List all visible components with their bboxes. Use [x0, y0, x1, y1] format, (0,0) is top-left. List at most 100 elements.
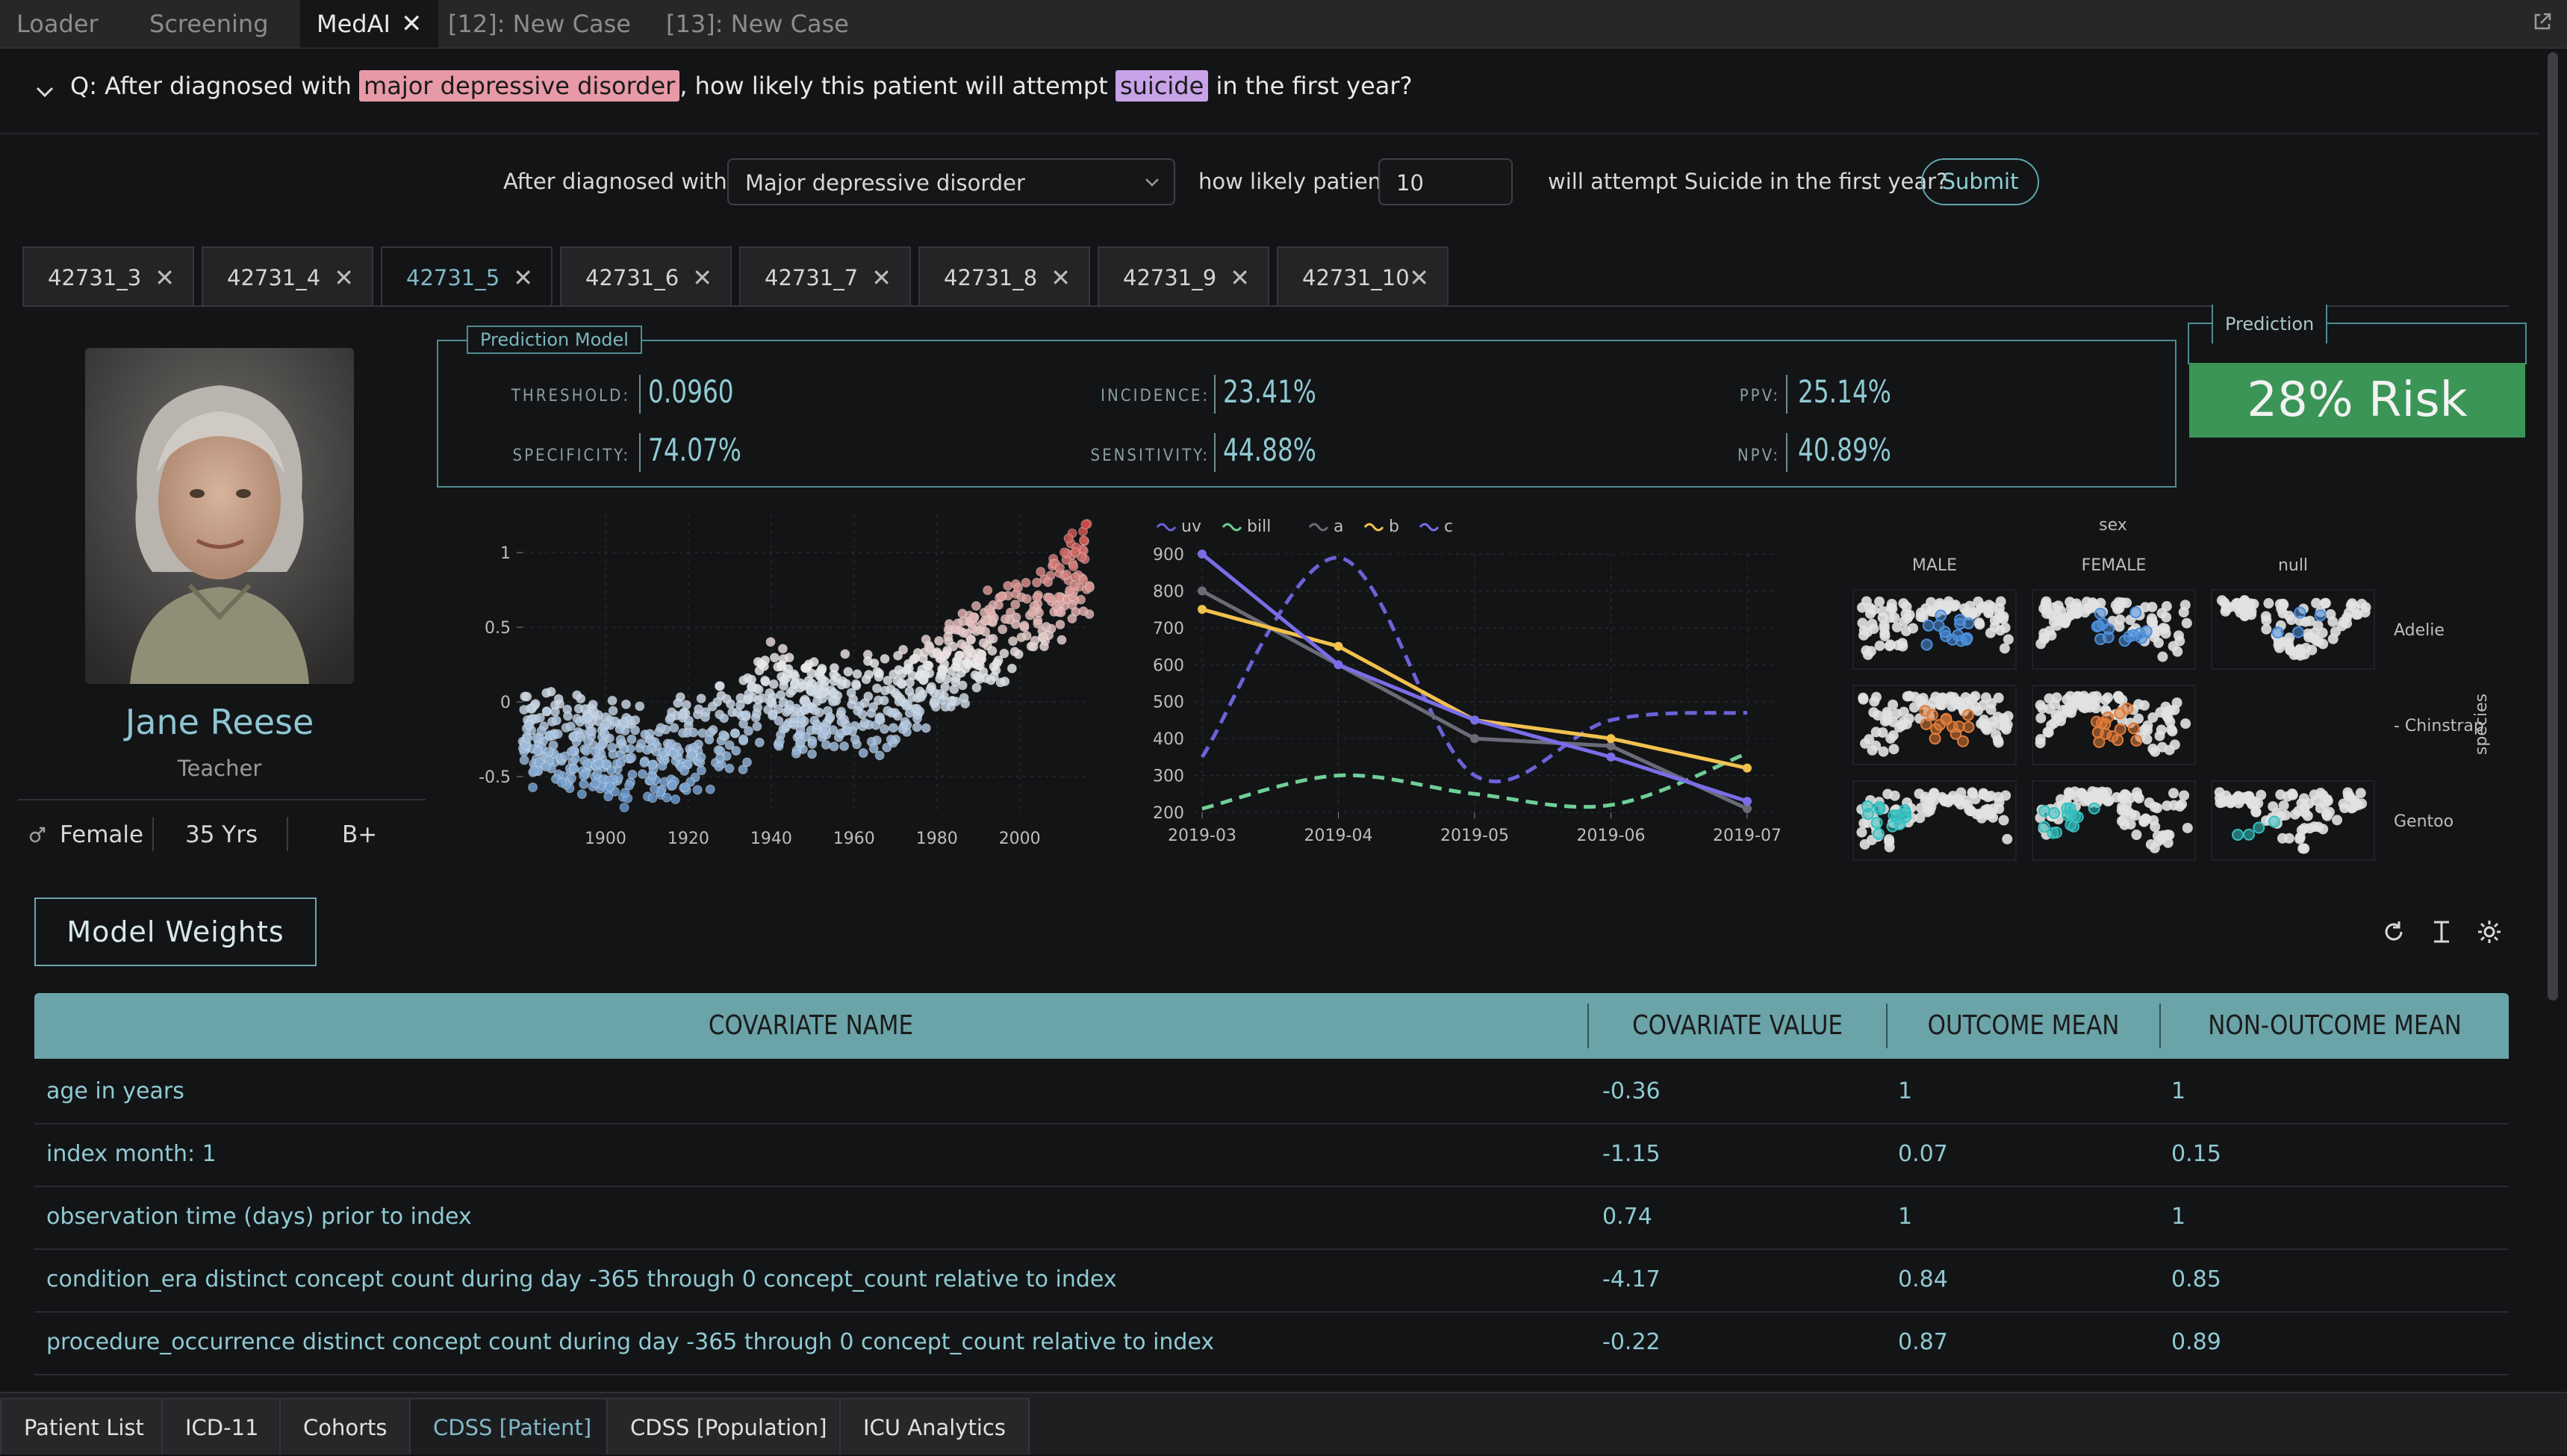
tab-icd-11[interactable]: ICD-11	[161, 1398, 283, 1455]
background-point	[2344, 791, 2355, 802]
text-height-icon[interactable]	[2428, 918, 2455, 945]
background-point	[2327, 633, 2339, 644]
background-point	[1998, 815, 2009, 826]
y-tick-label: 500	[1153, 694, 1184, 712]
data-point	[697, 728, 708, 738]
tab-icu-analytics[interactable]: ICU Analytics	[839, 1398, 1030, 1455]
column-header-covariate-value[interactable]: COVARIATE VALUE	[1610, 993, 1865, 1059]
case-tab[interactable]: 42731_9 ✕	[1098, 246, 1269, 306]
background-point	[1885, 639, 1896, 650]
data-point	[587, 726, 597, 736]
close-icon[interactable]: ✕	[513, 248, 533, 308]
data-point	[883, 706, 893, 716]
data-point	[825, 712, 836, 723]
settings-gear-icon[interactable]	[2476, 918, 2503, 945]
case-tab[interactable]: 42731_4 ✕	[202, 246, 373, 306]
legend-label: a	[1334, 517, 1343, 536]
tab-cdss-population[interactable]: CDSS [Population]	[606, 1398, 851, 1455]
scatter-chart: 1900 1920 1940 1960 1980 2000 1 0.5 0 -0.5	[479, 515, 1095, 848]
data-point	[925, 684, 936, 694]
data-point	[738, 734, 749, 744]
case-tab[interactable]: 42731_8 ✕	[918, 246, 1090, 306]
data-point	[840, 649, 850, 659]
data-point	[668, 780, 678, 791]
case-tab[interactable]: 42731_3 ✕	[22, 246, 194, 306]
diagnosis-select[interactable]: Major depressive disorder	[727, 158, 1175, 205]
column-header-outcome-mean[interactable]: OUTCOME MEAN	[1906, 993, 2140, 1059]
background-point	[2132, 791, 2144, 802]
column-header-non-outcome-mean[interactable]: NON-OUTCOME MEAN	[2185, 993, 2485, 1059]
table-row[interactable]: procedure_occurrence distinct concept co…	[34, 1311, 2509, 1375]
background-point	[2294, 644, 2306, 655]
close-icon[interactable]: ✕	[871, 248, 892, 308]
table-row[interactable]: age in years -0.36 1 1	[34, 1060, 2509, 1124]
data-point	[800, 705, 811, 715]
model-weights-button[interactable]: Model Weights	[34, 897, 317, 966]
background-point	[1999, 643, 2010, 654]
tab-new-case-12[interactable]: [12]: New Case	[432, 0, 647, 48]
data-point	[635, 701, 645, 712]
external-link-icon[interactable]	[2531, 10, 2554, 33]
scrollbar[interactable]	[2548, 52, 2558, 1001]
background-point	[1898, 706, 1909, 718]
data-point	[868, 744, 879, 754]
data-point	[572, 690, 582, 700]
y-tick-label: 900	[1153, 546, 1184, 564]
refresh-icon[interactable]	[2380, 918, 2407, 945]
tab-loader[interactable]: Loader	[0, 0, 115, 48]
data-point	[2268, 815, 2280, 828]
case-tab-label: 42731_10	[1302, 265, 1410, 290]
background-point	[2174, 800, 2185, 812]
data-point	[962, 629, 972, 639]
submit-button[interactable]: Submit	[1921, 158, 2039, 205]
patient-count-input[interactable]: 10	[1378, 158, 1513, 205]
data-point	[964, 644, 974, 654]
close-icon[interactable]: ✕	[1230, 248, 1250, 308]
data-point	[984, 604, 995, 615]
data-point	[1070, 572, 1080, 582]
data-point	[760, 675, 771, 685]
close-icon[interactable]: ✕	[155, 248, 175, 308]
table-row[interactable]: index month: 1 -1.15 0.07 0.15	[34, 1123, 2509, 1187]
tab-patient-list[interactable]: Patient List	[0, 1398, 168, 1455]
close-icon[interactable]: ✕	[692, 248, 712, 308]
data-point	[871, 683, 882, 694]
data-point	[903, 663, 914, 673]
table-row[interactable]: condition_era distinct concept count dur…	[34, 1248, 2509, 1313]
background-point	[1908, 702, 1920, 713]
tab-cohorts[interactable]: Cohorts	[279, 1398, 411, 1455]
facet-panel	[2032, 589, 2196, 670]
tab-label: [12]: New Case	[448, 10, 631, 38]
close-icon[interactable]: ✕	[1409, 248, 1429, 308]
case-tab[interactable]: 42731_10 ✕	[1277, 246, 1449, 306]
data-point	[848, 694, 859, 705]
data-point	[1033, 618, 1043, 629]
data-point	[1334, 641, 1343, 651]
data-point	[582, 759, 593, 770]
case-tab[interactable]: 42731_6 ✕	[560, 246, 732, 306]
chevron-down-icon[interactable]	[33, 81, 57, 105]
divider	[639, 375, 641, 414]
tab-screening[interactable]: Screening	[133, 0, 285, 48]
close-icon[interactable]: ✕	[1051, 248, 1071, 308]
tab-new-case-13[interactable]: [13]: New Case	[650, 0, 865, 48]
background-point	[1856, 827, 1867, 838]
patient-occupation: Teacher	[177, 756, 262, 781]
case-tab-active[interactable]: 42731_5 ✕	[381, 246, 553, 306]
case-tab[interactable]: 42731_7 ✕	[739, 246, 911, 306]
y-tick-label: 700	[1153, 620, 1184, 638]
data-point	[541, 762, 551, 772]
close-icon[interactable]: ✕	[401, 9, 423, 39]
case-tab-label: 42731_4	[227, 265, 321, 290]
facet-column-label: null	[2278, 556, 2308, 575]
background-point	[1888, 699, 1899, 710]
tab-cdss-patient[interactable]: CDSS [Patient]	[409, 1398, 616, 1455]
data-point	[1038, 632, 1048, 642]
close-icon[interactable]: ✕	[334, 248, 354, 308]
data-point	[2093, 620, 2106, 632]
table-row[interactable]: observation time (days) prior to index 0…	[34, 1186, 2509, 1250]
data-point	[721, 694, 732, 704]
column-header-covariate-name[interactable]: COVARIATE NAME	[143, 993, 1479, 1059]
data-point	[794, 682, 805, 693]
tab-medai[interactable]: MedAI ✕	[300, 0, 439, 48]
